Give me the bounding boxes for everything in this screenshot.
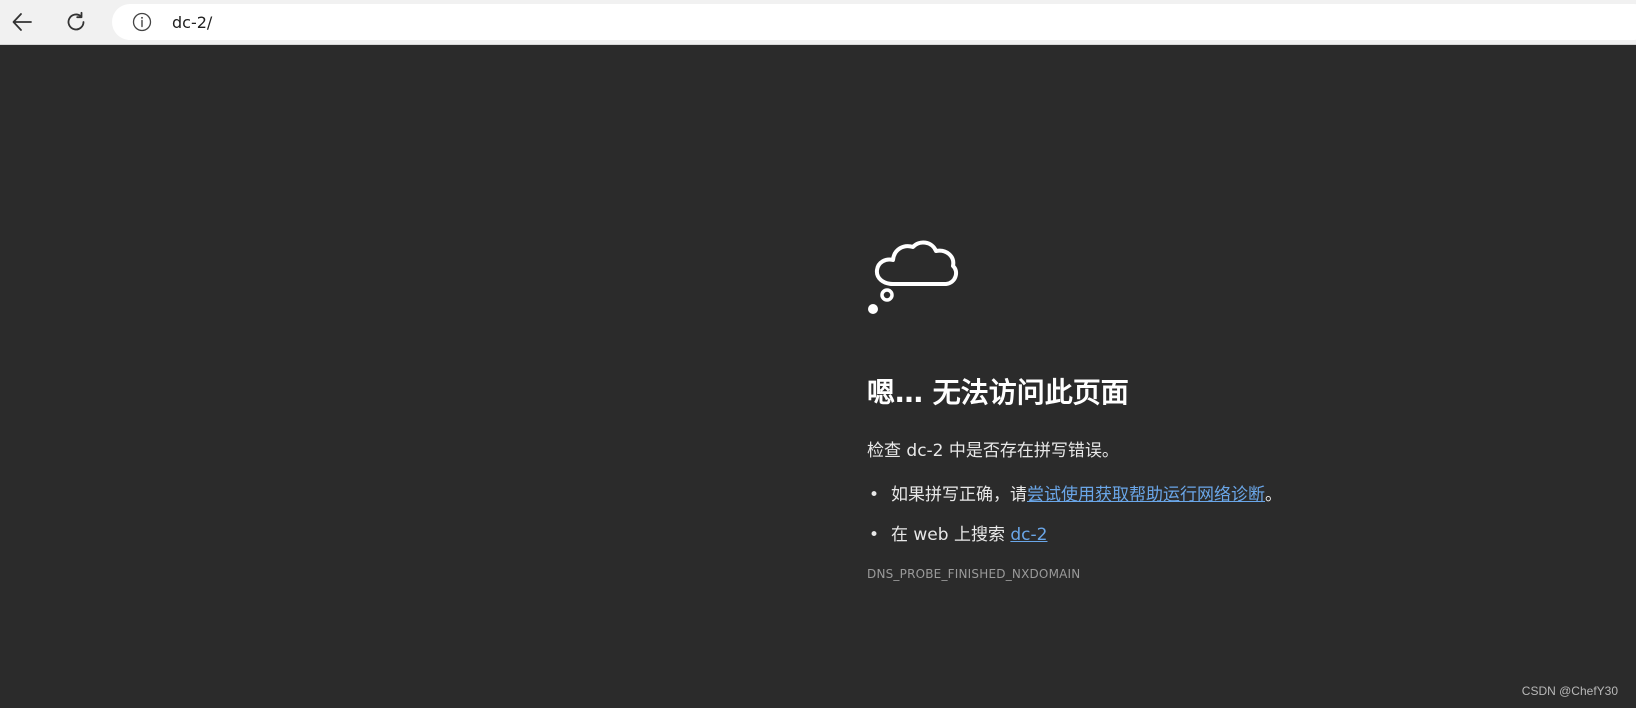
error-content: 嗯… 无法访问此页面 检查 dc-2 中是否存在拼写错误。 • 如果拼写正确，请… <box>867 225 1427 581</box>
address-bar[interactable] <box>112 4 1636 40</box>
back-button[interactable] <box>6 6 38 38</box>
page-title: 嗯… 无法访问此页面 <box>867 376 1129 409</box>
web-search-link[interactable]: dc-2 <box>1010 525 1047 545</box>
suggestion-web-search: • 在 web 上搜索 dc-2 <box>867 523 1427 547</box>
suggestion-list: • 如果拼写正确，请尝试使用获取帮助运行网络诊断。 • 在 web 上搜索 dc… <box>867 483 1427 547</box>
spelling-check-text: 检查 dc-2 中是否存在拼写错误。 <box>867 441 1119 461</box>
suggestion-prefix: 如果拼写正确，请 <box>891 485 1027 505</box>
url-input[interactable] <box>172 10 772 34</box>
refresh-button[interactable] <box>60 6 92 38</box>
error-page: 嗯… 无法访问此页面 检查 dc-2 中是否存在拼写错误。 • 如果拼写正确，请… <box>0 45 1636 708</box>
suggestion-suffix: 。 <box>1265 485 1282 505</box>
network-diagnostics-link[interactable]: 尝试使用获取帮助运行网络诊断 <box>1027 485 1265 505</box>
bullet: • <box>869 525 880 545</box>
bullet: • <box>869 485 880 505</box>
error-code: DNS_PROBE_FINISHED_NXDOMAIN <box>867 567 1081 581</box>
info-icon[interactable] <box>132 12 152 32</box>
thought-cloud-icon <box>868 240 959 314</box>
browser-toolbar <box>0 0 1636 45</box>
back-arrow-icon <box>12 13 32 31</box>
watermark: CSDN @ChefY30 <box>1521 684 1618 698</box>
suggestion-prefix: 在 web 上搜索 <box>891 525 1011 545</box>
suggestion-diagnostics: • 如果拼写正确，请尝试使用获取帮助运行网络诊断。 <box>867 483 1427 507</box>
refresh-icon <box>67 11 85 31</box>
